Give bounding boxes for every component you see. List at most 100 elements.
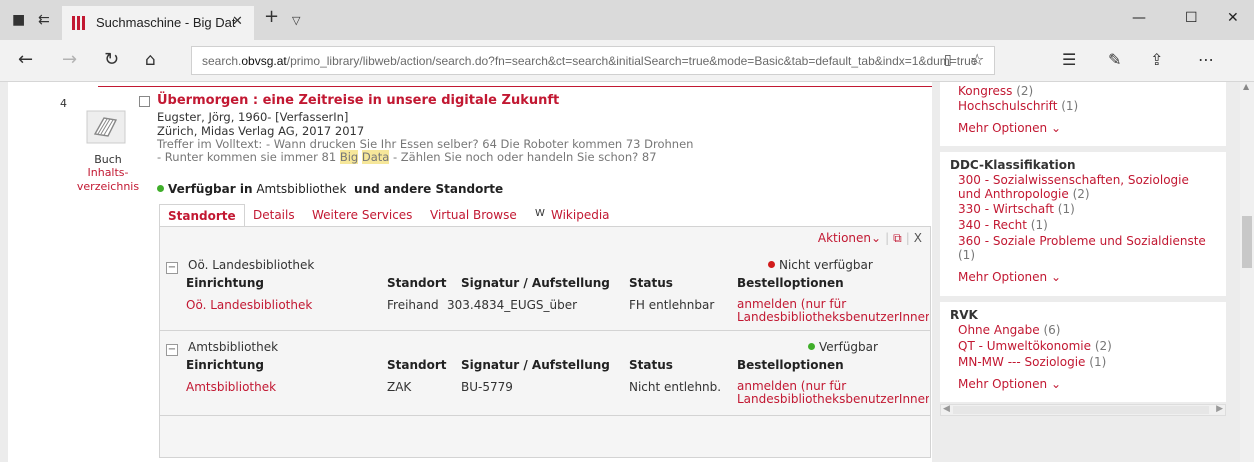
tab-list-chevron-icon[interactable]: ▽ bbox=[292, 13, 300, 29]
column-header: Signatur / Aufstellung bbox=[461, 276, 610, 290]
set-aside-tabs-icon[interactable]: ⇇ bbox=[38, 12, 50, 28]
favorites-hub-icon[interactable]: ☰ bbox=[1062, 50, 1076, 70]
library-favicon-icon bbox=[72, 16, 86, 30]
column-header: Standort bbox=[387, 358, 447, 372]
location-header[interactable]: − Oö. Landesbibliothek bbox=[166, 258, 314, 274]
close-panel-icon[interactable]: X bbox=[914, 231, 922, 245]
facet-item[interactable]: QT - Umweltökonomie (2) bbox=[958, 339, 1112, 353]
address-bar[interactable]: search.obvsg.at/primo_library/libweb/act… bbox=[191, 46, 995, 75]
tab-weitere-services[interactable]: Weitere Services bbox=[312, 204, 412, 226]
highlight-term: Data bbox=[361, 150, 390, 164]
table-of-contents-link[interactable]: Inhalts-verzeichnis bbox=[68, 166, 148, 194]
minimize-icon[interactable]: — bbox=[1132, 10, 1146, 26]
section-divider bbox=[160, 330, 930, 331]
scrollbar-thumb[interactable] bbox=[1242, 216, 1252, 268]
availability-line: Verfügbar in Amtsbibliothek und andere S… bbox=[157, 182, 503, 196]
scroll-up-icon[interactable]: ▲ bbox=[1243, 82, 1249, 91]
page-vertical-scrollbar[interactable]: ▲ bbox=[1240, 82, 1254, 462]
record-type: Buch bbox=[94, 153, 122, 166]
select-record-checkbox[interactable] bbox=[139, 96, 150, 107]
browser-tab[interactable]: Suchmaschine - Big Dat ✕ bbox=[62, 6, 254, 40]
reading-view-icon[interactable]: ▯ bbox=[944, 52, 952, 68]
tab-wikipedia[interactable]: Wikipedia bbox=[551, 204, 610, 226]
book-icon bbox=[86, 110, 126, 144]
refresh-icon[interactable]: ↻ bbox=[104, 50, 119, 70]
tab-virtual-browse[interactable]: Virtual Browse bbox=[430, 204, 517, 226]
chevron-down-icon[interactable]: ⌄ bbox=[871, 231, 881, 245]
facet-item[interactable]: Hochschulschrift (1) bbox=[958, 99, 1078, 113]
record-divider bbox=[98, 86, 932, 87]
facet-item[interactable]: MN-MW --- Soziologie (1) bbox=[958, 355, 1106, 369]
facet-item[interactable]: Kongress (2) bbox=[958, 84, 1033, 98]
collapse-icon[interactable]: − bbox=[166, 344, 178, 356]
facet-box: DDC-Klassifikation 300 - Sozialwissensch… bbox=[940, 152, 1226, 296]
close-tab-icon[interactable]: ✕ bbox=[232, 14, 243, 29]
forward-icon[interactable]: → bbox=[62, 50, 77, 70]
page-content: 4 Buch Inhalts-verzeichnis Übermorgen : … bbox=[0, 82, 1254, 462]
institution-link[interactable]: Amtsbibliothek bbox=[186, 380, 276, 394]
order-link[interactable]: anmelden (nur für Landesbibliotheksbenut… bbox=[737, 298, 929, 324]
status-cell: Nicht entlehnb. bbox=[629, 380, 722, 394]
availability-location[interactable]: Amtsbibliothek bbox=[256, 182, 346, 196]
home-icon[interactable]: ⌂ bbox=[145, 50, 156, 70]
scrollbar-thumb[interactable] bbox=[953, 406, 1209, 414]
column-header: Einrichtung bbox=[186, 358, 264, 372]
facet-item[interactable]: 330 - Wirtschaft (1) bbox=[958, 202, 1075, 216]
browser-tab-bar: ■ ⇇ Suchmaschine - Big Dat ✕ + ▽ — ☐ ✕ bbox=[0, 0, 1254, 40]
facets-horizontal-scrollbar[interactable]: ◀ ▶ bbox=[940, 404, 1226, 416]
share-icon[interactable]: ⇪ bbox=[1150, 50, 1163, 70]
record-author: Eugster, Jörg, 1960- [VerfasserIn] bbox=[157, 110, 349, 124]
facet-item[interactable]: Ohne Angabe (6) bbox=[958, 323, 1060, 337]
more-menu-icon[interactable]: ⋯ bbox=[1198, 50, 1214, 70]
location-cell: ZAK bbox=[387, 380, 412, 394]
tab-standorte[interactable]: Standorte bbox=[159, 204, 245, 227]
location-header[interactable]: − Amtsbibliothek bbox=[166, 340, 278, 356]
collapse-icon[interactable]: − bbox=[166, 262, 178, 274]
more-options-link[interactable]: Mehr Optionen ⌄ bbox=[958, 121, 1061, 135]
results-list: 4 Buch Inhalts-verzeichnis Übermorgen : … bbox=[8, 82, 932, 462]
record-publisher: Zürich, Midas Verlag AG, 2017 2017 bbox=[157, 124, 365, 138]
institution-link[interactable]: Oö. Landesbibliothek bbox=[186, 298, 312, 312]
tab-details[interactable]: Details bbox=[253, 204, 295, 226]
scroll-right-icon[interactable]: ▶ bbox=[1216, 404, 1223, 414]
back-icon[interactable]: ← bbox=[18, 50, 33, 70]
facet-item[interactable]: und Anthropologie (2) bbox=[958, 187, 1090, 201]
facet-box: Kongress (2) Hochschulschrift (1) Mehr O… bbox=[940, 82, 1226, 146]
open-new-window-icon[interactable]: ⧉ bbox=[893, 231, 902, 245]
chevron-down-icon: ⌄ bbox=[1050, 270, 1062, 284]
facet-item[interactable]: 360 - Soziale Probleme und Sozialdienste bbox=[958, 234, 1206, 248]
other-locations-link[interactable]: und andere Standorte bbox=[354, 182, 503, 196]
location-status: Verfügbar bbox=[808, 340, 878, 354]
url-text: search.obvsg.at/primo_library/libweb/act… bbox=[202, 54, 978, 68]
facet-item[interactable]: 300 - Sozialwissenschaften, Soziologie bbox=[958, 173, 1189, 187]
column-header: Bestelloptionen bbox=[737, 358, 844, 372]
panel-actions: Aktionen⌄ | ⧉ | X bbox=[817, 231, 922, 245]
facet-item[interactable]: 340 - Recht (1) bbox=[958, 218, 1048, 232]
tab-actions-icon[interactable]: ■ bbox=[12, 12, 25, 28]
highlight-term: Big bbox=[339, 150, 359, 164]
close-window-icon[interactable]: ✕ bbox=[1227, 10, 1239, 26]
more-options-link[interactable]: Mehr Optionen ⌄ bbox=[958, 377, 1061, 391]
status-cell: FH entlehnbar bbox=[629, 298, 715, 312]
web-note-pen-icon[interactable]: ✎ bbox=[1108, 50, 1121, 70]
column-header: Einrichtung bbox=[186, 276, 264, 290]
unavailable-dot-icon bbox=[768, 261, 775, 268]
facets-sidebar: Kongress (2) Hochschulschrift (1) Mehr O… bbox=[940, 82, 1226, 462]
favorite-star-icon[interactable]: ☆ bbox=[970, 50, 984, 69]
scroll-left-icon[interactable]: ◀ bbox=[943, 404, 950, 414]
new-tab-icon[interactable]: + bbox=[264, 8, 279, 26]
facet-title: RVK bbox=[950, 308, 978, 322]
chevron-down-icon: ⌄ bbox=[1050, 121, 1062, 135]
call-number-cell: BU-5779 bbox=[461, 380, 513, 394]
column-header: Status bbox=[629, 276, 673, 290]
maximize-icon[interactable]: ☐ bbox=[1185, 10, 1198, 26]
panel-footer-divider bbox=[160, 415, 930, 416]
more-options-link[interactable]: Mehr Optionen ⌄ bbox=[958, 270, 1061, 284]
facet-title: DDC-Klassifikation bbox=[950, 158, 1076, 172]
record-title[interactable]: Übermorgen : eine Zeitreise in unsere di… bbox=[157, 93, 559, 108]
order-link[interactable]: anmelden (nur für Landesbibliotheksbenut… bbox=[737, 380, 929, 406]
column-header: Signatur / Aufstellung bbox=[461, 358, 610, 372]
facet-count: (1) bbox=[958, 248, 975, 262]
record-number: 4 bbox=[60, 97, 67, 110]
actions-menu[interactable]: Aktionen bbox=[818, 231, 871, 245]
